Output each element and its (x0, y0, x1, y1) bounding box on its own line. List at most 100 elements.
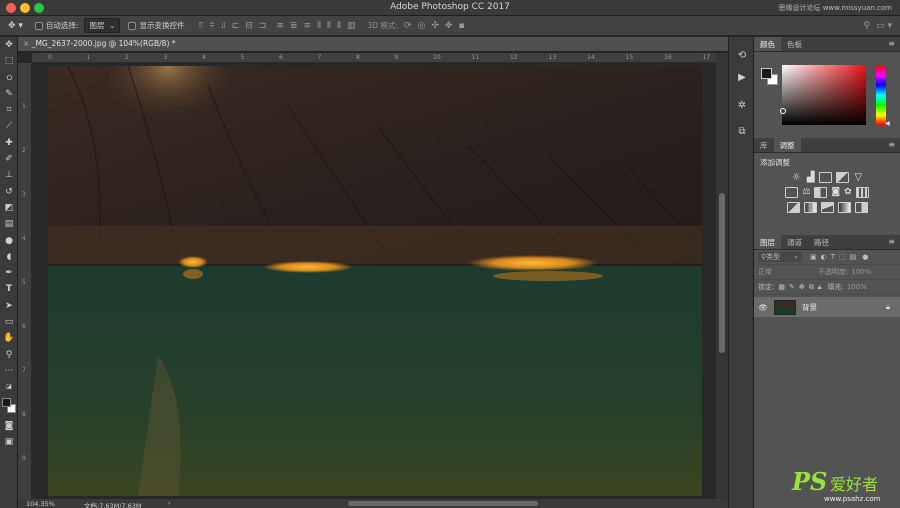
lasso-tool-icon[interactable]: ഠ (0, 70, 18, 86)
tab-libraries[interactable]: 库 (754, 138, 774, 152)
lock-pixels-icon[interactable]: ▦ (778, 283, 785, 291)
canvas-area[interactable] (32, 63, 716, 499)
distribute-top-icon[interactable]: ≡ (276, 21, 284, 31)
threshold-adjust-icon[interactable] (820, 202, 834, 213)
move-tool-icon[interactable]: ✥ (0, 37, 18, 53)
hand-tool-icon[interactable]: ✋ (0, 330, 18, 346)
rotate-3d-icon[interactable]: ⟳ (404, 21, 412, 31)
lock-artboard-icon[interactable]: ⧉ (809, 283, 814, 292)
clone-stamp-tool-icon[interactable]: ⊥ (0, 167, 18, 183)
auto-align-icon[interactable]: ▥ (347, 21, 356, 31)
zoom-tool-icon[interactable]: ⚲ (0, 347, 18, 363)
adjust-panel-icon[interactable]: ✲ (729, 95, 755, 117)
align-vcenter-icon[interactable]: ⫩ (210, 21, 215, 31)
layer-visibility-eye-icon[interactable]: 👁︎ (754, 303, 772, 312)
crop-tool-icon[interactable]: ⌗ (0, 102, 18, 118)
tab-swatches[interactable]: 色板 (781, 37, 808, 51)
tab-color[interactable]: 颜色 (754, 37, 781, 51)
blend-mode-dropdown[interactable]: 正常 (758, 267, 818, 277)
filter-type-icon[interactable]: T (831, 253, 835, 261)
document-tab[interactable]: × _MG_2637-2000.jpg @ 104%(RGB/8) * (18, 37, 728, 52)
status-menu-icon[interactable]: › (168, 499, 171, 507)
lock-position-icon[interactable]: ✥ (799, 283, 805, 291)
search-icon[interactable]: ⚲ (864, 21, 871, 31)
foreground-chip[interactable] (761, 68, 772, 79)
eyedropper-tool-icon[interactable]: ⟋ (0, 118, 18, 134)
distribute-right-icon[interactable]: ⦀ (337, 21, 341, 31)
hue-slider-handle-icon[interactable]: ◀ (885, 120, 890, 127)
filter-smart-icon[interactable]: ▤ (850, 253, 857, 261)
dodge-tool-icon[interactable]: ◖ (0, 249, 18, 265)
vibrance-adjust-icon[interactable]: ▽ (854, 172, 862, 183)
history-panel-icon[interactable]: ⟲ (729, 45, 755, 67)
opacity-field[interactable]: 100% (851, 268, 871, 276)
brightness-adjust-icon[interactable]: ☼ (792, 172, 801, 183)
vertical-ruler[interactable]: 1 2 3 4 5 6 7 8 9 (18, 63, 32, 499)
align-top-icon[interactable]: ⫪ (198, 21, 203, 31)
tab-layers[interactable]: 图层 (754, 235, 781, 249)
screen-mode-icon[interactable]: ▣ (0, 434, 18, 450)
tab-close-icon[interactable]: × (23, 39, 29, 48)
align-bottom-icon[interactable]: ⫫ (221, 21, 226, 31)
filter-toggle-icon[interactable]: ● (862, 253, 868, 261)
distribute-bottom-icon[interactable]: ≡ (304, 21, 312, 31)
vertical-scrollbar[interactable] (716, 53, 728, 499)
exposure-adjust-icon[interactable] (836, 172, 850, 183)
filter-pixel-icon[interactable]: ▣ (810, 253, 817, 261)
horizontal-scroll-thumb[interactable] (348, 501, 538, 506)
history-brush-tool-icon[interactable]: ↺ (0, 184, 18, 200)
quick-mask-icon[interactable]: ◙ (0, 418, 18, 434)
distribute-hcenter-icon[interactable]: ⦀ (327, 21, 331, 31)
layer-name[interactable]: 背景 (802, 302, 817, 313)
layers-panel-menu-icon[interactable]: ≡ (888, 237, 895, 246)
lock-paint-icon[interactable]: ✎ (789, 283, 795, 291)
marquee-tool-icon[interactable]: ⬚ (0, 53, 18, 69)
roll-3d-icon[interactable]: ◎ (418, 21, 426, 31)
color-lookup-adjust-icon[interactable] (855, 187, 869, 198)
workspace-icon[interactable]: ▭ ▾ (876, 21, 892, 31)
show-transform-checkbox[interactable]: 显示变换控件 (128, 20, 184, 31)
blur-tool-icon[interactable]: ● (0, 233, 18, 249)
quick-select-tool-icon[interactable]: ✎ (0, 86, 18, 102)
lock-all-icon[interactable]: 🔒︎ (818, 283, 822, 292)
vertical-scroll-thumb[interactable] (719, 193, 725, 353)
color-field[interactable] (780, 65, 866, 125)
default-colors-icon[interactable]: ◪ (0, 379, 18, 395)
distribute-left-icon[interactable]: ⦀ (317, 21, 321, 31)
foreground-color-swatch[interactable] (2, 397, 11, 407)
gradient-map-adjust-icon[interactable] (837, 202, 851, 213)
tab-adjustments[interactable]: 调整 (773, 138, 801, 152)
black-white-adjust-icon[interactable] (814, 187, 828, 198)
gradient-tool-icon[interactable]: ▤ (0, 216, 18, 232)
properties-panel-icon[interactable]: ⧉ (729, 121, 755, 143)
eraser-tool-icon[interactable]: ◩ (0, 200, 18, 216)
healing-tool-icon[interactable]: ✚ (0, 135, 18, 151)
align-right-icon[interactable]: ⊐ (259, 21, 267, 31)
brush-tool-icon[interactable]: ✐ (0, 151, 18, 167)
type-tool-icon[interactable]: T (0, 281, 18, 297)
posterize-adjust-icon[interactable] (803, 202, 817, 213)
hue-slider[interactable] (876, 65, 886, 125)
actions-panel-icon[interactable]: ▶ (729, 67, 755, 89)
tab-paths[interactable]: 路径 (808, 235, 835, 249)
tab-channels[interactable]: 通道 (781, 235, 808, 249)
align-hcenter-icon[interactable]: ⊟ (245, 21, 253, 31)
drag-3d-icon[interactable]: ✣ (431, 21, 439, 31)
pen-tool-icon[interactable]: ✒ (0, 265, 18, 281)
filter-shape-icon[interactable]: ⬚ (839, 253, 846, 261)
path-select-tool-icon[interactable]: ➤ (0, 298, 18, 314)
auto-select-checkbox[interactable]: 自动选择: (34, 20, 78, 31)
zoom-level[interactable]: 104.35% (26, 500, 55, 508)
invert-adjust-icon[interactable] (786, 202, 800, 213)
layer-filter-dropdown[interactable]: ⚲类型 ⌄ (758, 252, 802, 262)
more-tools-icon[interactable]: ⋯ (0, 363, 18, 379)
document-size[interactable]: 文档:7.63M/7.63M (84, 500, 142, 508)
auto-select-dropdown[interactable]: 图层 ⌄ (84, 18, 121, 33)
slide-3d-icon[interactable]: ✥ (445, 21, 453, 31)
hue-saturation-adjust-icon[interactable] (785, 187, 799, 198)
shape-tool-icon[interactable]: ▭ (0, 314, 18, 330)
levels-adjust-icon[interactable]: ▟ (807, 172, 815, 183)
horizontal-ruler[interactable]: 0 1 2 3 4 5 6 7 8 9 10 11 12 13 14 15 16 17 (32, 53, 716, 63)
photo-filter-adjust-icon[interactable]: ◙ (831, 187, 840, 198)
curves-adjust-icon[interactable] (819, 172, 833, 183)
